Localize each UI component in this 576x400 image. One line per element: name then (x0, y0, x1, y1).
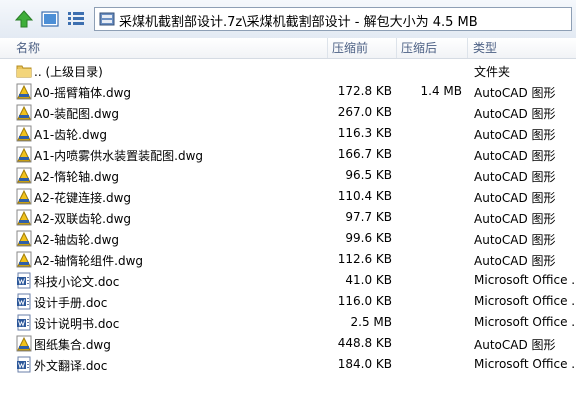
file-name: A2-花键连接.dwg (34, 191, 132, 205)
file-type: AutoCAD 图形 (474, 86, 556, 100)
autocad-file-icon (16, 188, 32, 205)
file-size: 110.4 KB (337, 189, 392, 203)
archive-icon (99, 11, 115, 27)
file-name: 设计说明书.doc (34, 317, 120, 331)
file-type: AutoCAD 图形 (474, 338, 556, 352)
file-row[interactable]: 设计说明书.doc 2.5 MB Microsoft Office ... (0, 312, 576, 333)
autocad-file-icon (16, 251, 32, 268)
file-name: A0-装配图.dwg (34, 107, 120, 121)
details-view-icon[interactable] (66, 9, 86, 29)
file-type: AutoCAD 图形 (474, 128, 556, 142)
file-row[interactable]: 图纸集合.dwg 448.8 KB AutoCAD 图形 (0, 333, 576, 354)
file-type: Microsoft Office ... (474, 273, 576, 287)
file-row[interactable]: A0-摇臂箱体.dwg 172.8 KB 1.4 MB AutoCAD 图形 (0, 81, 576, 102)
file-type: AutoCAD 图形 (474, 212, 556, 226)
autocad-file-icon (16, 167, 32, 184)
file-name: 图纸集合.dwg (34, 338, 111, 352)
file-row[interactable]: A0-装配图.dwg 267.0 KB AutoCAD 图形 (0, 102, 576, 123)
file-type: Microsoft Office ... (474, 294, 576, 308)
address-path: 采煤机截割部设计.7z\采煤机截割部设计 - 解包大小为 4.5 MB (119, 15, 478, 30)
file-row[interactable]: A2-轴齿轮.dwg 99.6 KB AutoCAD 图形 (0, 228, 576, 249)
file-size: 41.0 KB (345, 273, 392, 287)
word-doc-icon (16, 272, 32, 289)
autocad-file-icon (16, 335, 32, 352)
file-size: 267.0 KB (337, 105, 392, 119)
file-name: A1-齿轮.dwg (34, 128, 108, 142)
file-type: AutoCAD 图形 (474, 107, 556, 121)
file-name: A1-内喷雾供水装置装配图.dwg (34, 149, 204, 163)
file-row[interactable]: A2-双联齿轮.dwg 97.7 KB AutoCAD 图形 (0, 207, 576, 228)
word-doc-icon (16, 356, 32, 373)
file-row[interactable]: A2-惰轮轴.dwg 96.5 KB AutoCAD 图形 (0, 165, 576, 186)
file-size: 448.8 KB (337, 336, 392, 350)
file-size: 99.6 KB (345, 231, 392, 245)
file-type: AutoCAD 图形 (474, 149, 556, 163)
file-type: AutoCAD 图形 (474, 170, 556, 184)
file-size: 166.7 KB (337, 147, 392, 161)
file-name: 科技小论文.doc (34, 275, 120, 289)
file-type: Microsoft Office ... (474, 315, 576, 329)
column-size[interactable]: 压缩前 (332, 38, 368, 58)
column-divider[interactable] (467, 38, 468, 58)
file-size: 172.8 KB (337, 84, 392, 98)
file-row[interactable]: A2-花键连接.dwg 110.4 KB AutoCAD 图形 (0, 186, 576, 207)
autocad-file-icon (16, 125, 32, 142)
autocad-file-icon (16, 209, 32, 226)
file-size: 112.6 KB (337, 252, 392, 266)
file-name: A2-惰轮轴.dwg (34, 170, 120, 184)
file-size: 97.7 KB (345, 210, 392, 224)
file-type: AutoCAD 图形 (474, 233, 556, 247)
column-header: 名称 压缩前 压缩后 类型 (0, 38, 576, 59)
autocad-file-icon (16, 146, 32, 163)
parent-folder-row[interactable]: .. (上级目录) 文件夹 (0, 60, 576, 81)
autocad-file-icon (16, 104, 32, 121)
up-folder-icon[interactable] (14, 9, 34, 29)
folder-icon (16, 62, 32, 79)
column-divider[interactable] (396, 38, 397, 58)
file-type: 文件夹 (474, 65, 511, 79)
autocad-file-icon (16, 230, 32, 247)
file-size: 116.0 KB (337, 294, 392, 308)
file-row[interactable]: A1-齿轮.dwg 116.3 KB AutoCAD 图形 (0, 123, 576, 144)
file-size: 96.5 KB (345, 168, 392, 182)
file-name: A2-双联齿轮.dwg (34, 212, 132, 226)
file-type: Microsoft Office ... (474, 357, 576, 371)
file-row[interactable]: A1-内喷雾供水装置装配图.dwg 166.7 KB AutoCAD 图形 (0, 144, 576, 165)
file-name: A2-轴齿轮.dwg (34, 233, 120, 247)
column-type[interactable]: 类型 (473, 38, 497, 58)
file-row[interactable]: 科技小论文.doc 41.0 KB Microsoft Office ... (0, 270, 576, 291)
packed-size: 1.4 MB (420, 84, 462, 98)
file-name: A0-摇臂箱体.dwg (34, 86, 132, 100)
autocad-file-icon (16, 83, 32, 100)
file-name: 外文翻译.doc (34, 359, 108, 373)
file-size: 2.5 MB (350, 315, 392, 329)
file-size: 184.0 KB (337, 357, 392, 371)
file-row[interactable]: 外文翻译.doc 184.0 KB Microsoft Office ... (0, 354, 576, 375)
file-name: .. (上级目录) (34, 65, 103, 79)
column-packed[interactable]: 压缩后 (401, 38, 437, 58)
file-name: 设计手册.doc (34, 296, 108, 310)
column-divider[interactable] (327, 38, 328, 58)
view-icon[interactable] (40, 9, 60, 29)
file-name: A2-轴惰轮组件.dwg (34, 254, 144, 268)
column-name[interactable]: 名称 (16, 38, 40, 58)
word-doc-icon (16, 314, 32, 331)
file-row[interactable]: 设计手册.doc 116.0 KB Microsoft Office ... (0, 291, 576, 312)
toolbar: 采煤机截割部设计.7z\采煤机截割部设计 - 解包大小为 4.5 MB (0, 0, 576, 39)
file-row[interactable]: A2-轴惰轮组件.dwg 112.6 KB AutoCAD 图形 (0, 249, 576, 270)
file-type: AutoCAD 图形 (474, 254, 556, 268)
word-doc-icon (16, 293, 32, 310)
address-bar[interactable]: 采煤机截割部设计.7z\采煤机截割部设计 - 解包大小为 4.5 MB (94, 7, 572, 31)
file-type: AutoCAD 图形 (474, 191, 556, 205)
file-size: 116.3 KB (337, 126, 392, 140)
